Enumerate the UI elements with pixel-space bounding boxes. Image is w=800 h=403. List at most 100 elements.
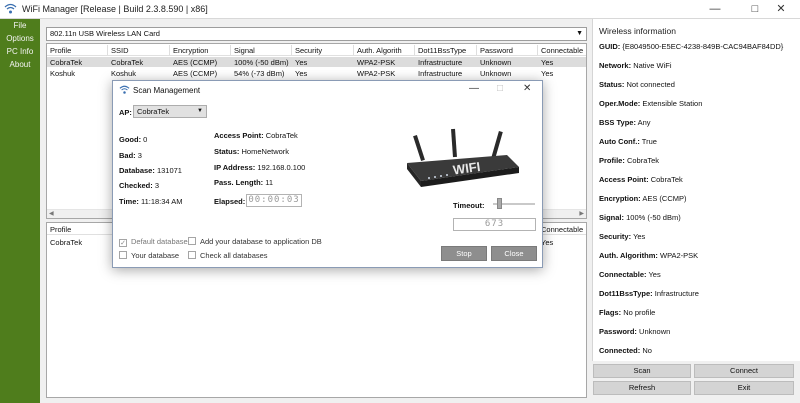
info-line: Dot11BssType: Infrastructure: [599, 289, 699, 298]
column-header[interactable]: Connectable: [541, 46, 583, 55]
column-header[interactable]: Signal: [234, 46, 255, 55]
sidebar-menu: File Options PC Info About: [0, 19, 40, 403]
column-header[interactable]: Auth. Algorith: [357, 46, 402, 55]
ap-select[interactable]: CobraTek ▼: [133, 105, 207, 118]
info-key: BSS Type:: [599, 118, 636, 127]
scan-button[interactable]: Scan: [593, 364, 691, 378]
scan-management-dialog: Scan Management — □ ✕ AP: CobraTek ▼ Goo…: [112, 80, 543, 268]
column-header[interactable]: Dot11BssType: [418, 46, 466, 55]
status-stat: Status: HomeNetwork: [214, 147, 290, 156]
table-cell: 54% (-73 dBm): [234, 69, 285, 78]
column-header[interactable]: SSID: [111, 46, 129, 55]
info-line: Status: Not connected: [599, 80, 675, 89]
minimize-button[interactable]: —: [696, 0, 734, 19]
info-line: Oper.Mode: Extensible Station: [599, 99, 702, 108]
info-heading: Wireless information: [599, 26, 676, 36]
info-line: BSS Type: Any: [599, 118, 651, 127]
info-key: GUID:: [599, 42, 621, 51]
adapter-select[interactable]: 802.11n USB Wireless LAN Card ▼: [46, 27, 587, 41]
menu-file[interactable]: File: [0, 21, 40, 30]
info-line: Encryption: AES (CCMP): [599, 194, 687, 203]
table-row[interactable]: Koshuk Koshuk AES (CCMP) 54% (-73 dBm) Y…: [47, 68, 586, 78]
info-line: Auth. Algorithm: WPA2-PSK: [599, 251, 698, 260]
info-key: Oper.Mode:: [599, 99, 641, 108]
title-bar: WiFi Manager [Release | Build 2.3.8.590 …: [0, 0, 800, 19]
info-key: Signal:: [599, 213, 625, 222]
info-key: Encryption:: [599, 194, 641, 203]
info-value: Any: [637, 118, 651, 127]
table-cell: AES (CCMP): [173, 69, 218, 78]
info-key: Access Point:: [599, 175, 649, 184]
checkbox-label: Check all databases: [200, 251, 268, 260]
timeout-slider[interactable]: [493, 198, 535, 209]
wireless-info-panel: Wireless information GUID: {E8049500-E5E…: [592, 19, 800, 361]
scroll-right-icon[interactable]: ▶: [579, 210, 584, 217]
column-header[interactable]: Password: [480, 46, 513, 55]
checkbox-label: Default database: [131, 237, 188, 246]
scroll-left-icon[interactable]: ◀: [49, 210, 54, 217]
connect-button[interactable]: Connect: [694, 364, 794, 378]
info-value: 100% (-50 dBm): [626, 213, 681, 222]
info-key: Connectable:: [599, 270, 647, 279]
info-value: Not connected: [626, 80, 675, 89]
column-header[interactable]: Profile: [50, 225, 71, 234]
table-row[interactable]: CobraTek CobraTek AES (CCMP) 100% (-50 d…: [47, 57, 586, 67]
chevron-down-icon: ▼: [576, 30, 583, 37]
menu-options[interactable]: Options: [0, 34, 40, 43]
database-stat: Database: 131071: [119, 166, 182, 175]
check-all-databases-checkbox[interactable]: Check all databases: [188, 251, 268, 260]
menu-pc-info[interactable]: PC Info: [0, 47, 40, 56]
info-line: Password: Unknown: [599, 327, 670, 336]
info-value: Unknown: [639, 327, 671, 336]
dialog-maximize-button[interactable]: □: [497, 83, 503, 94]
info-key: Network:: [599, 61, 632, 70]
table-cell: WPA2-PSK: [357, 69, 396, 78]
close-window-button[interactable]: ✕: [762, 0, 800, 19]
ip-address-stat: IP Address: 192.168.0.100: [214, 163, 306, 172]
checkbox-box: [119, 251, 127, 259]
timeout-label: Timeout:: [453, 201, 485, 210]
column-header[interactable]: Encryption: [173, 46, 208, 55]
info-line: Connected: No: [599, 346, 652, 355]
column-header[interactable]: Security: [295, 46, 322, 55]
info-key: Security:: [599, 232, 632, 241]
dialog-close-action-button[interactable]: Close: [491, 246, 537, 261]
checkbox-label: Add your database to application DB: [200, 237, 322, 246]
time-stat: Time: 11:18:34 AM: [119, 197, 183, 206]
info-key: Flags:: [599, 308, 622, 317]
table-cell: 100% (-50 dBm): [234, 58, 289, 67]
pass-length-stat: Pass. Length: 11: [214, 178, 274, 187]
wifi-app-icon: [119, 85, 130, 94]
check-icon: ✓: [119, 239, 127, 247]
info-value: WPA2-PSK: [659, 251, 699, 260]
column-header[interactable]: Profile: [50, 46, 71, 55]
table-cell: Unknown: [480, 69, 512, 78]
info-key: Auth. Algorithm:: [599, 251, 658, 260]
table-cell: Yes: [541, 69, 554, 78]
info-key: Dot11BssType:: [599, 289, 653, 298]
table-cell: Yes: [541, 58, 554, 67]
menu-about[interactable]: About: [0, 60, 40, 69]
elapsed-label: Elapsed:: [214, 197, 246, 206]
dialog-close-button[interactable]: ✕: [523, 83, 531, 94]
add-database-checkbox[interactable]: Add your database to application DB: [188, 237, 322, 246]
info-value: AES (CCMP): [642, 194, 687, 203]
stop-button[interactable]: Stop: [441, 246, 487, 261]
info-line: Flags: No profile: [599, 308, 655, 317]
your-database-checkbox[interactable]: Your database: [119, 251, 179, 260]
timeout-display: 673: [453, 218, 536, 231]
info-line: Security: Yes: [599, 232, 645, 241]
default-database-checkbox[interactable]: ✓ Default database: [119, 237, 188, 247]
table-cell: Unknown: [480, 58, 512, 67]
good-stat: Good: 0: [119, 135, 148, 144]
info-line: Network: Native WiFi: [599, 61, 672, 70]
wifi-app-icon: [4, 3, 17, 14]
exit-button[interactable]: Exit: [694, 381, 794, 395]
info-line: Access Point: CobraTek: [599, 175, 683, 184]
refresh-button[interactable]: Refresh: [593, 381, 691, 395]
dialog-minimize-button[interactable]: —: [469, 83, 479, 94]
table-cell: Yes: [295, 58, 308, 67]
slider-thumb[interactable]: [497, 198, 502, 209]
table-cell: CobraTek: [50, 58, 83, 67]
column-header[interactable]: Connectable: [541, 225, 583, 234]
